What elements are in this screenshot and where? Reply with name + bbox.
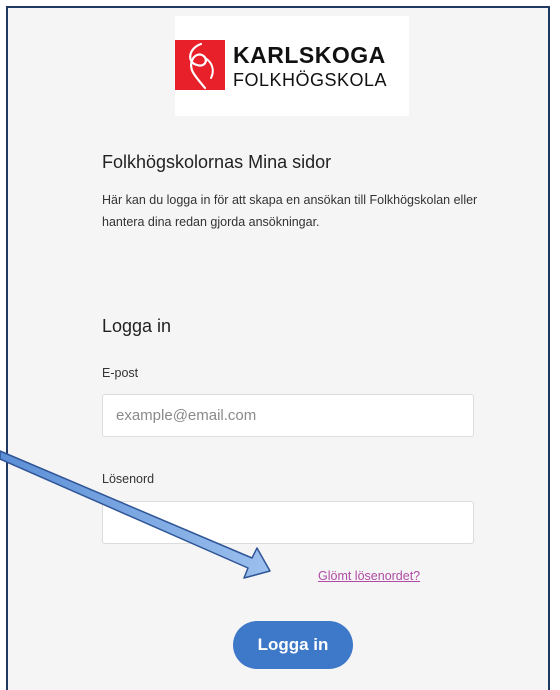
logo-mark-icon — [175, 40, 225, 90]
page-title: Folkhögskolornas Mina sidor — [102, 152, 332, 172]
forgot-password-link[interactable]: Glömt lösenordet? — [318, 569, 420, 583]
school-logo: KARLSKOGA FOLKHÖGSKOLA — [175, 16, 409, 116]
logo-name-line-1: KARLSKOGA — [233, 42, 386, 68]
screenshot-stage: KARLSKOGA FOLKHÖGSKOLA Folkhögskolornas … — [0, 0, 560, 690]
login-button[interactable]: Logga in — [233, 621, 353, 669]
login-panel: KARLSKOGA FOLKHÖGSKOLA Folkhögskolornas … — [6, 6, 550, 690]
password-input[interactable] — [102, 501, 474, 544]
email-label: E-post — [102, 366, 139, 380]
intro-text: Här kan du logga in för att skapa en ans… — [102, 193, 478, 229]
password-label: Lösenord — [102, 472, 155, 486]
logo-name-line-2: FOLKHÖGSKOLA — [233, 70, 388, 90]
login-heading: Logga in — [102, 316, 172, 336]
logo-swirl-icon — [189, 42, 214, 90]
email-input[interactable] — [102, 394, 474, 437]
